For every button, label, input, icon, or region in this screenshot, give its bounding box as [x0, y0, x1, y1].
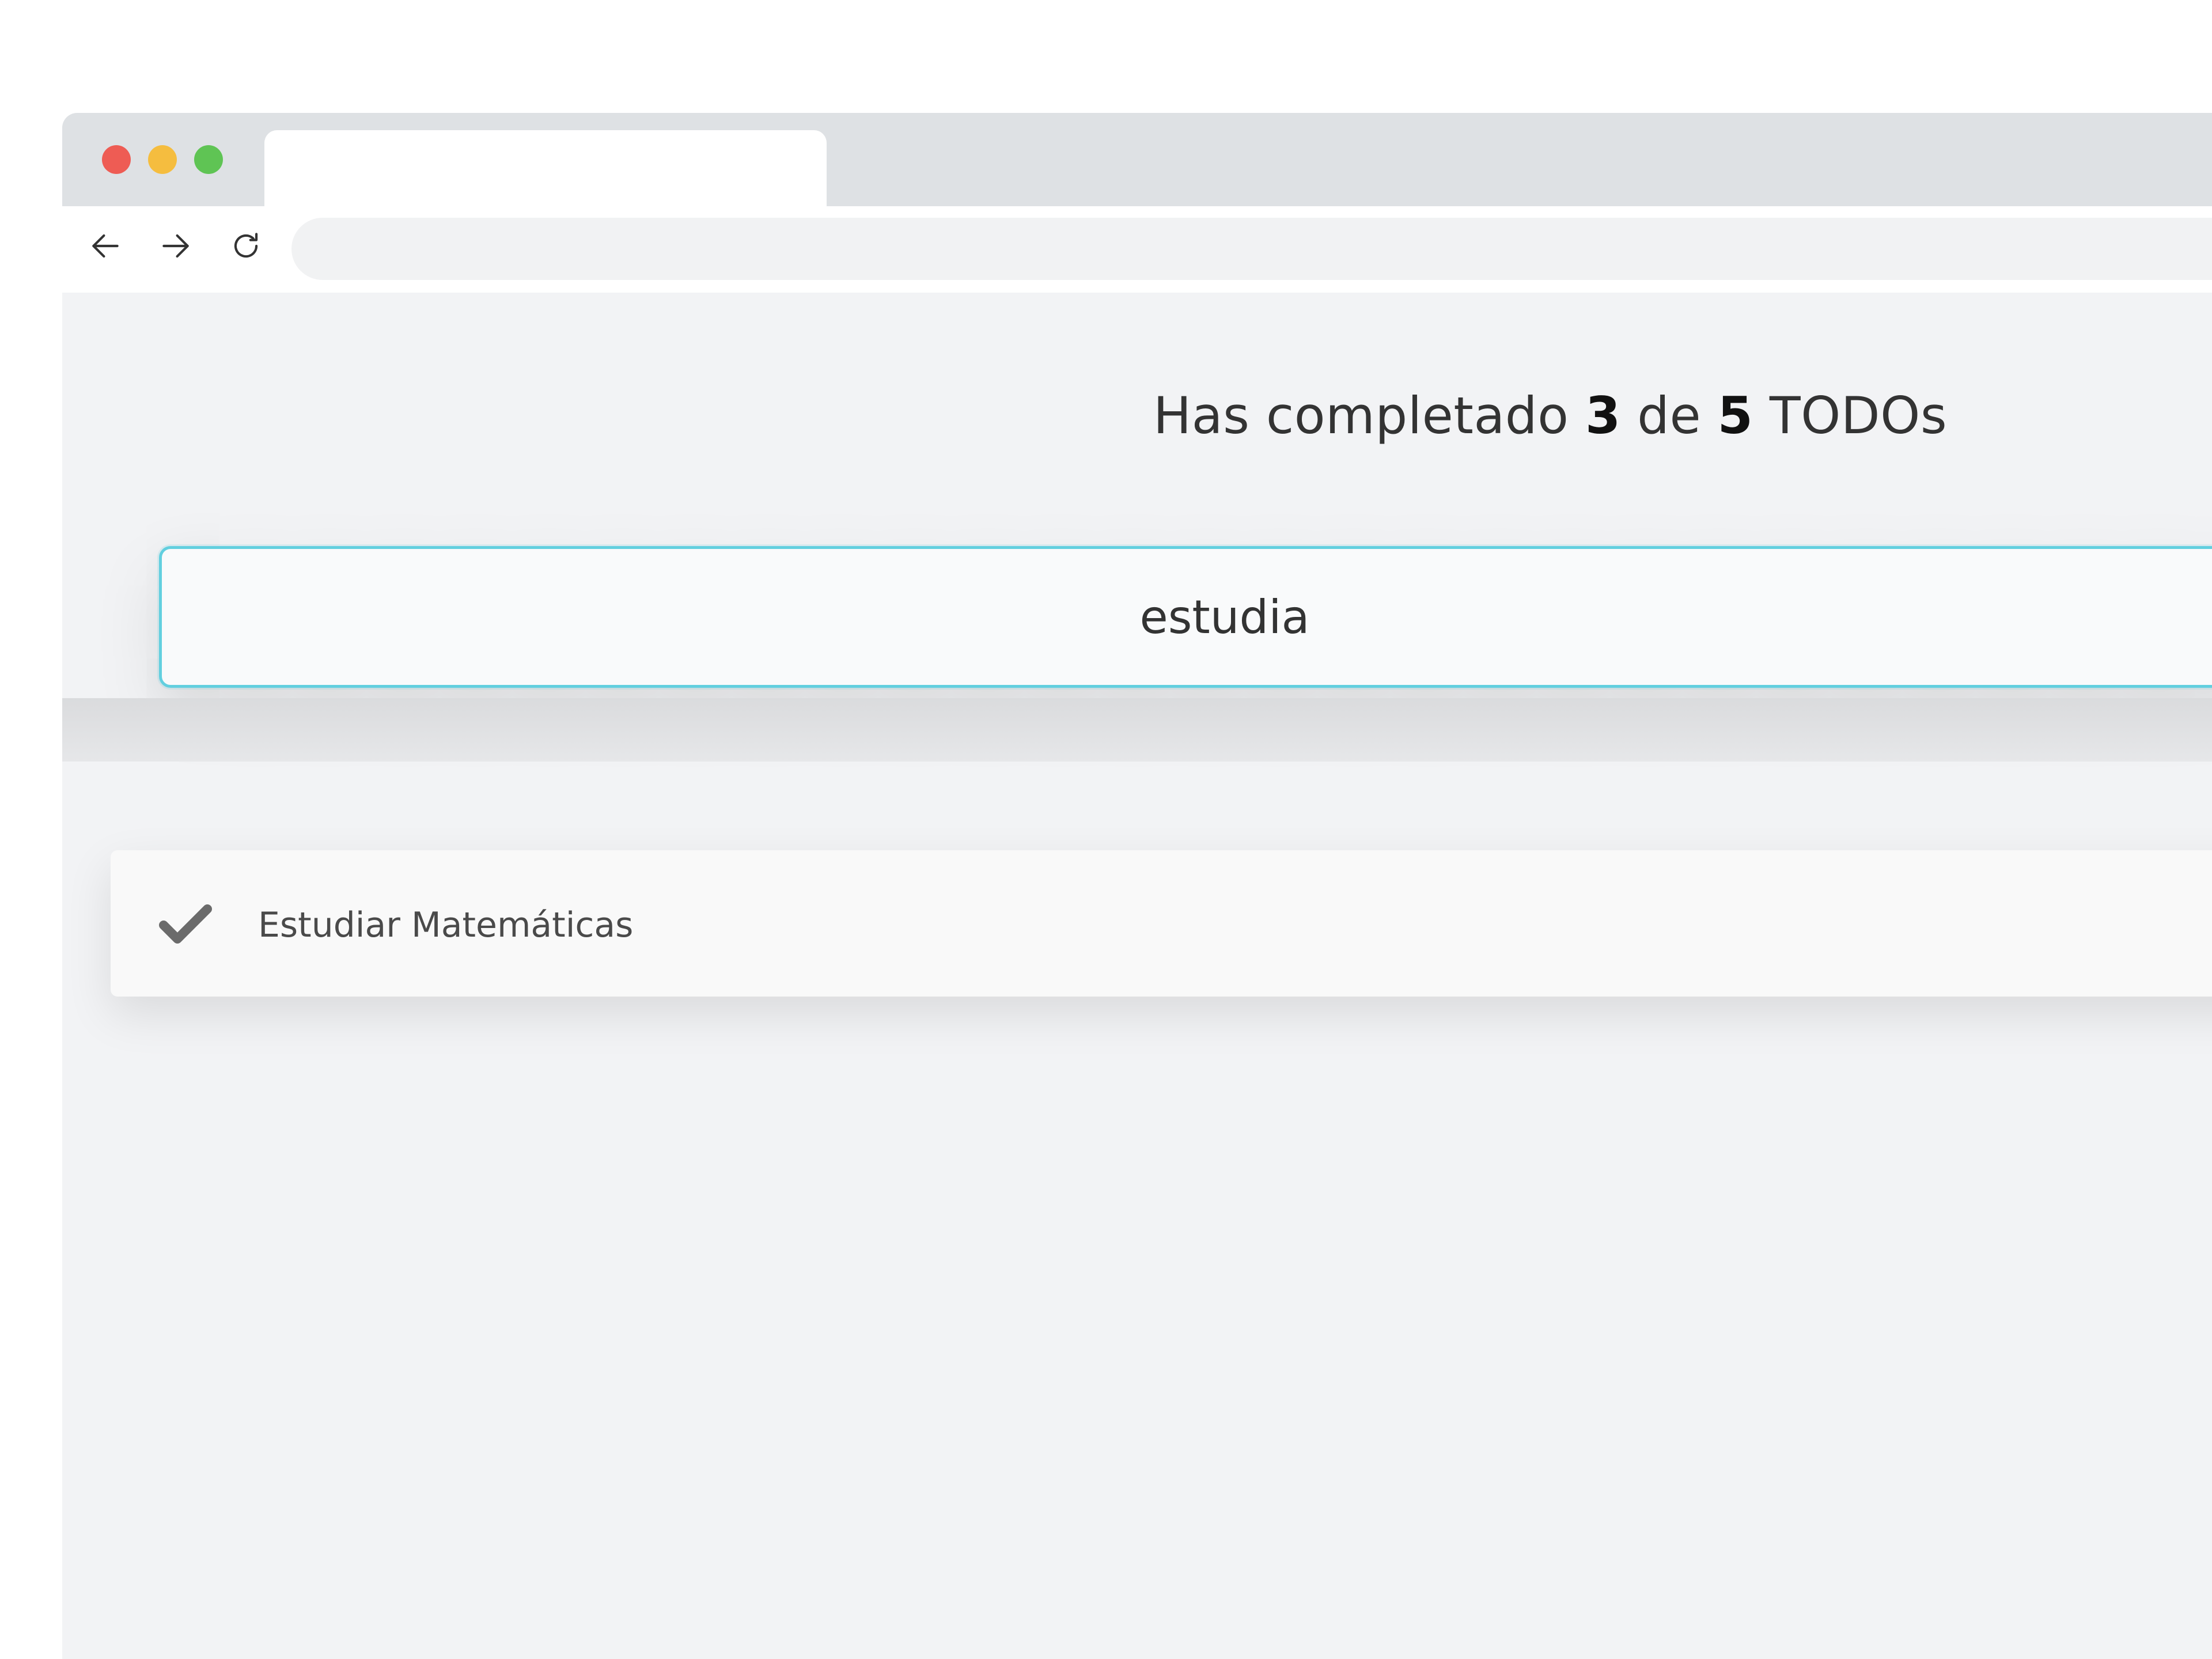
tab-bar	[62, 113, 2212, 206]
address-bar[interactable]	[291, 218, 2212, 280]
search-container	[159, 546, 2212, 688]
counter-suffix: TODOs	[1769, 386, 1948, 445]
reload-button[interactable]	[226, 226, 266, 266]
back-arrow-icon	[92, 234, 119, 258]
maximize-window-button[interactable]	[194, 145, 223, 174]
total-count: 5	[1717, 386, 1753, 445]
browser-toolbar	[62, 206, 2212, 293]
reload-icon	[234, 233, 258, 258]
complete-toggle[interactable]	[159, 903, 212, 945]
todo-text: Estudiar Matemáticas	[258, 905, 634, 945]
check-icon	[159, 904, 212, 944]
browser-window: Has completado 3 de 5 TODOs Estudiar Mat…	[62, 113, 2212, 1659]
back-button[interactable]	[85, 226, 126, 266]
forward-button[interactable]	[156, 226, 196, 266]
close-window-button[interactable]	[102, 145, 131, 174]
todo-item: Estudiar Matemáticas	[111, 850, 2212, 997]
page-content: Has completado 3 de 5 TODOs Estudiar Mat…	[62, 293, 2212, 1659]
completion-counter: Has completado 3 de 5 TODOs	[1153, 386, 1947, 445]
minimize-window-button[interactable]	[148, 145, 177, 174]
counter-middle: de	[1637, 386, 1702, 445]
divider-band	[62, 698, 2212, 762]
search-input[interactable]	[159, 546, 2212, 688]
browser-tab[interactable]	[264, 130, 827, 206]
completed-count: 3	[1585, 386, 1621, 445]
todo-list: Estudiar Matemáticas	[111, 850, 2212, 997]
forward-arrow-icon	[162, 234, 189, 258]
counter-prefix: Has completado	[1153, 386, 1569, 445]
